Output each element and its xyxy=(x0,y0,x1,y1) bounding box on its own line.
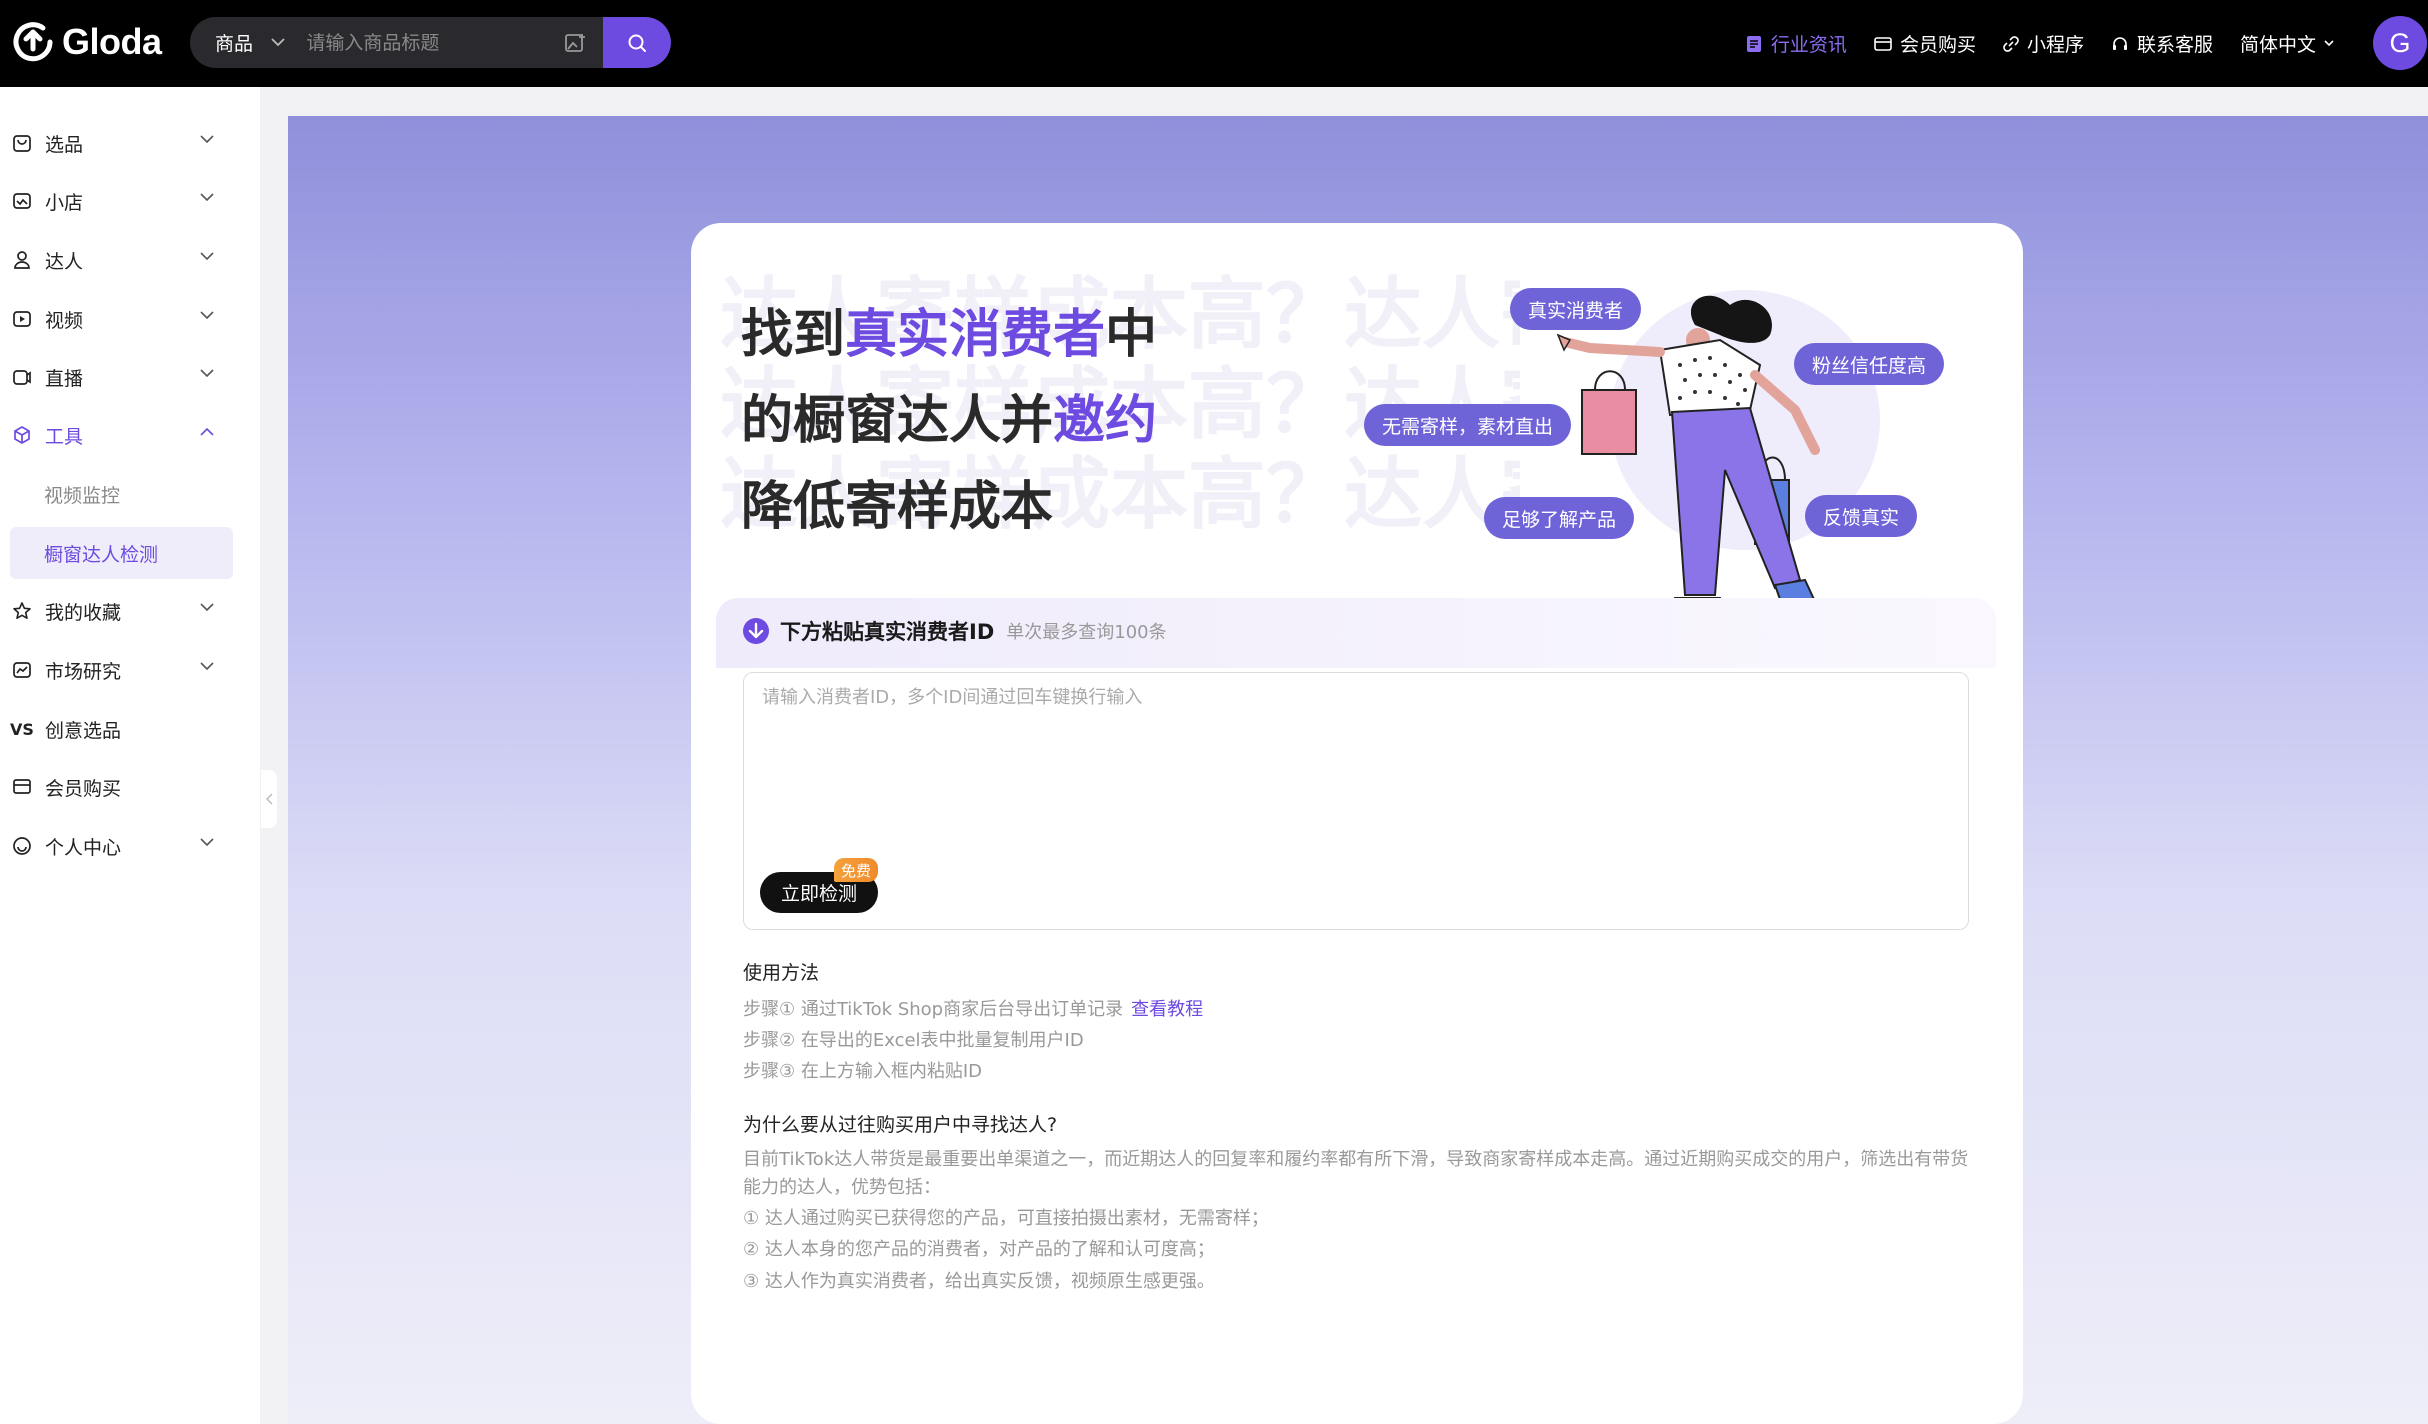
sidebar-subitem-video-monitor[interactable]: 视频监控 xyxy=(10,468,233,520)
search-icon xyxy=(628,34,646,52)
consumer-id-textarea[interactable] xyxy=(744,673,1968,873)
card-icon xyxy=(1874,36,1892,51)
video-icon xyxy=(11,308,33,330)
user-avatar[interactable]: G xyxy=(2373,16,2427,70)
why-point-2: ② 达人本身的您产品的消费者，对产品的了解和认可度高； xyxy=(743,1239,1215,1260)
chevron-down-icon xyxy=(200,603,214,612)
section-header: 下方粘贴真实消费者ID 单次最多查询100条 xyxy=(742,616,1167,646)
chevron-down-icon xyxy=(200,838,214,847)
bubble-real-consumer: 真实消费者 xyxy=(1510,288,1642,330)
sidebar-item-creative-selection[interactable]: VS 创意选品 xyxy=(0,701,260,757)
search-input[interactable] xyxy=(296,17,550,68)
sidebar-item-video[interactable]: 视频 xyxy=(0,291,260,347)
bubble-no-sample: 无需寄样，素材直出 xyxy=(1364,404,1572,446)
why-intro: 目前TikTok达人带货是最重要出单渠道之一，而近期达人的回复率和履约率都有所下… xyxy=(743,1149,1969,1198)
sidebar-item-influencer[interactable]: 达人 xyxy=(0,232,260,288)
bubble-real-feedback: 反馈真实 xyxy=(1805,495,1918,537)
sidebar-collapse-button[interactable] xyxy=(261,770,277,828)
chevron-down-icon xyxy=(2324,40,2334,47)
howto-step-3: 步骤③ 在上方输入框内粘贴ID xyxy=(743,1061,983,1082)
chevron-up-icon xyxy=(200,427,214,436)
chevron-down-icon xyxy=(200,311,214,320)
sidebar-subitem-showcase-detection[interactable]: 橱窗达人检测 xyxy=(10,527,233,579)
nav-support[interactable]: 联系客服 xyxy=(2111,30,2213,57)
chevron-left-icon xyxy=(265,793,273,805)
nav-membership[interactable]: 会员购买 xyxy=(1874,30,1976,57)
card-icon xyxy=(11,776,33,798)
search-button[interactable] xyxy=(603,17,671,68)
top-nav: 行业资讯 会员购买 小程序 联系客服 简体中文 xyxy=(1718,0,2334,87)
why-title: 为什么要从过往购买用户中寻找达人? xyxy=(743,1114,1058,1136)
sidebar-item-product-selection[interactable]: 选品 xyxy=(0,115,260,171)
nav-industry-news[interactable]: 行业资讯 xyxy=(1745,30,1847,57)
link-icon xyxy=(2003,35,2019,52)
chevron-down-icon xyxy=(200,662,214,671)
bag-icon xyxy=(11,132,33,154)
download-arrow-icon xyxy=(743,618,769,644)
nav-mini-program[interactable]: 小程序 xyxy=(2003,30,2084,57)
free-badge: 免费 xyxy=(834,858,879,882)
store-icon xyxy=(11,190,33,212)
sidebar-item-store[interactable]: 小店 xyxy=(0,173,260,229)
chart-icon xyxy=(11,659,33,681)
star-icon xyxy=(11,600,33,622)
vs-icon: VS xyxy=(10,719,34,739)
sidebar-item-tools[interactable]: 工具 xyxy=(0,407,260,463)
sidebar: 选品 小店 达人 视频 直播 工具 视频监控 橱窗达人检测 我的收藏 市场研究 xyxy=(0,87,260,1424)
sidebar-item-membership[interactable]: 会员购买 xyxy=(0,759,260,815)
bubble-know-product: 足够了解产品 xyxy=(1484,497,1635,539)
chevron-down-icon xyxy=(200,193,214,202)
headset-icon xyxy=(2112,36,2127,50)
live-icon xyxy=(11,366,33,388)
logo[interactable]: Gloda xyxy=(10,18,162,66)
search-bar: 商品 xyxy=(190,17,671,68)
chevron-down-icon xyxy=(200,369,214,378)
hero-title: 找到真实消费者中 的橱窗达人并邀约 降低寄样成本 xyxy=(741,305,1158,537)
news-icon xyxy=(1746,35,1761,52)
section-title: 下方粘贴真实消费者ID xyxy=(780,620,995,644)
language-select[interactable]: 简体中文 xyxy=(2240,30,2334,57)
user-icon xyxy=(11,249,33,271)
howto-title: 使用方法 xyxy=(743,962,820,984)
search-category-label: 商品 xyxy=(215,33,254,55)
search-category-select[interactable]: 商品 xyxy=(190,29,296,56)
chevron-down-icon xyxy=(200,135,214,144)
sidebar-item-favorites[interactable]: 我的收藏 xyxy=(0,583,260,639)
section-subtitle: 单次最多查询100条 xyxy=(1006,622,1167,643)
sidebar-item-live[interactable]: 直播 xyxy=(0,349,260,405)
howto-step-1: 步骤① 通过TikTok Shop商家后台导出订单记录 查看教程 xyxy=(743,999,1204,1020)
tutorial-link[interactable]: 查看教程 xyxy=(1131,999,1203,1020)
chevron-down-icon xyxy=(200,252,214,261)
cube-icon xyxy=(11,424,33,446)
image-search-icon[interactable] xyxy=(549,33,603,53)
brand-name: Gloda xyxy=(62,21,162,62)
bubble-fan-trust: 粉丝信任度高 xyxy=(1794,343,1945,385)
gloda-logo-icon xyxy=(13,22,53,62)
smile-icon xyxy=(11,835,33,857)
why-point-3: ③ 达人作为真实消费者，给出真实反馈，视频原生感更强。 xyxy=(743,1271,1215,1292)
top-bar: Gloda 商品 行业资讯 会员购买 小程序 xyxy=(0,0,2428,87)
consumer-id-textarea-box xyxy=(743,672,1969,930)
howto-step-2: 步骤② 在导出的Excel表中批量复制用户ID xyxy=(743,1030,1084,1051)
sidebar-item-market-research[interactable]: 市场研究 xyxy=(0,642,260,698)
sidebar-item-profile[interactable]: 个人中心 xyxy=(0,818,260,874)
chevron-down-icon xyxy=(271,35,285,51)
why-point-1: ① 达人通过购买已获得您的产品，可直接拍摄出素材，无需寄样； xyxy=(743,1208,1269,1229)
